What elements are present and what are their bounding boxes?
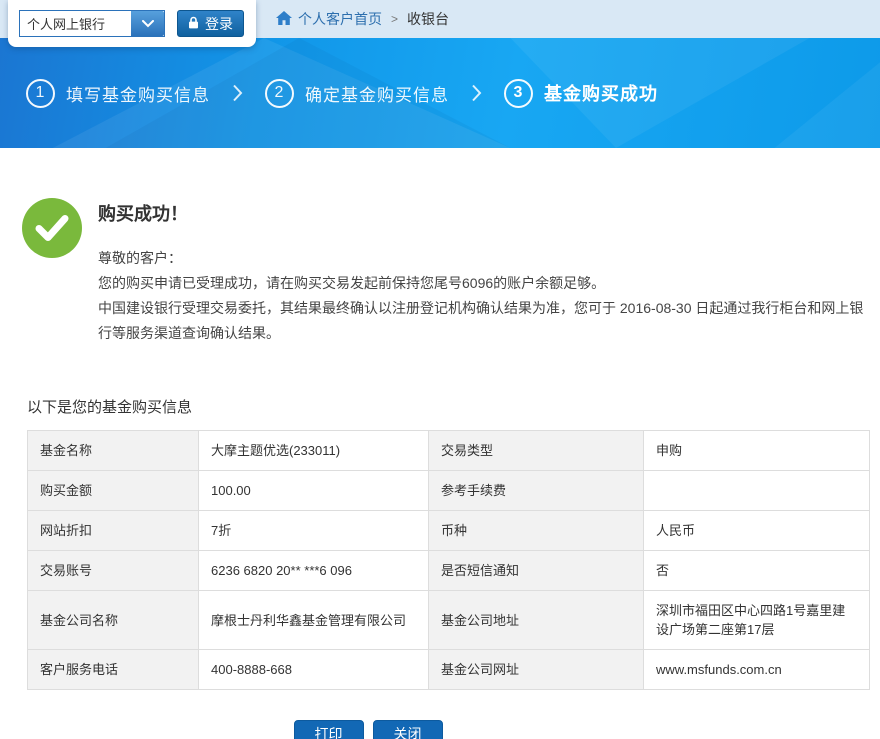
row-label: 交易类型 <box>429 431 644 471</box>
table-row: 网站折扣 7折 币种 人民币 <box>28 511 870 551</box>
row-label: 参考手续费 <box>429 471 644 511</box>
row-value: 否 <box>644 551 870 591</box>
step-separator-icon <box>471 84 482 102</box>
row-label: 币种 <box>429 511 644 551</box>
progress-steps: 1 填写基金购买信息 2 确定基金购买信息 3 基金购买成功 <box>26 38 658 148</box>
step-1-number: 1 <box>26 79 55 108</box>
channel-select-value: 个人网上银行 <box>20 11 131 36</box>
row-value: 6236 6820 20** ***6 096 <box>199 551 429 591</box>
table-row: 基金名称 大摩主题优选(233011) 交易类型 申购 <box>28 431 870 471</box>
fund-details-table: 基金名称 大摩主题优选(233011) 交易类型 申购 购买金额 100.00 … <box>27 430 870 690</box>
step-3-label: 基金购买成功 <box>544 80 658 106</box>
row-value: 人民币 <box>644 511 870 551</box>
home-icon <box>276 11 292 28</box>
row-label: 基金公司名称 <box>28 591 199 650</box>
table-row: 交易账号 6236 6820 20** ***6 096 是否短信通知 否 <box>28 551 870 591</box>
row-value: 7折 <box>199 511 429 551</box>
step-1-fill-info: 1 填写基金购买信息 <box>26 79 210 108</box>
success-check-icon <box>22 198 82 258</box>
login-button[interactable]: 登录 <box>177 10 244 37</box>
row-value <box>644 471 870 511</box>
success-text: 购买成功！ 尊敬的客户： 您的购买申请已受理成功，请在购买交易发起前保持您尾号6… <box>98 198 870 346</box>
lock-icon <box>188 16 199 32</box>
row-label: 购买金额 <box>28 471 199 511</box>
step-3-number: 3 <box>504 79 533 108</box>
breadcrumb-separator: > <box>391 12 398 26</box>
close-button[interactable]: 关闭 <box>373 720 443 739</box>
success-title: 购买成功！ <box>98 200 870 226</box>
row-label: 网站折扣 <box>28 511 199 551</box>
table-row: 购买金额 100.00 参考手续费 <box>28 471 870 511</box>
step-1-label: 填写基金购买信息 <box>66 81 210 106</box>
login-card: 个人网上银行 登录 <box>8 0 256 47</box>
row-label: 是否短信通知 <box>429 551 644 591</box>
table-row: 客户服务电话 400-8888-668 基金公司网址 www.msfunds.c… <box>28 650 870 690</box>
print-button[interactable]: 打印 <box>294 720 364 739</box>
breadcrumb-home-label: 个人客户首页 <box>298 9 382 29</box>
step-separator-icon <box>232 84 243 102</box>
channel-select[interactable]: 个人网上银行 <box>19 10 165 37</box>
row-value: 摩根士丹利华鑫基金管理有限公司 <box>199 591 429 650</box>
success-block: 购买成功！ 尊敬的客户： 您的购买申请已受理成功，请在购买交易发起前保持您尾号6… <box>22 198 880 346</box>
step-2-label: 确定基金购买信息 <box>305 81 449 106</box>
row-label: 基金公司网址 <box>429 650 644 690</box>
result-line-1: 您的购买申请已受理成功，请在购买交易发起前保持您尾号6096的账户余额足够。 <box>98 271 870 296</box>
step-3-success: 3 基金购买成功 <box>504 79 658 108</box>
step-banner: 1 填写基金购买信息 2 确定基金购买信息 3 基金购买成功 <box>0 38 880 148</box>
breadcrumb: 个人客户首页 > 收银台 <box>276 0 449 38</box>
breadcrumb-home-link[interactable]: 个人客户首页 <box>276 9 382 29</box>
row-label: 客户服务电话 <box>28 650 199 690</box>
table-row: 基金公司名称 摩根士丹利华鑫基金管理有限公司 基金公司地址 深圳市福田区中心四路… <box>28 591 870 650</box>
details-section-title: 以下是您的基金购买信息 <box>27 396 880 417</box>
row-value: 400-8888-668 <box>199 650 429 690</box>
chevron-down-icon[interactable] <box>131 11 164 36</box>
row-label: 基金名称 <box>28 431 199 471</box>
row-value: 大摩主题优选(233011) <box>199 431 429 471</box>
row-value: 100.00 <box>199 471 429 511</box>
row-value: www.msfunds.com.cn <box>644 650 870 690</box>
step-2-number: 2 <box>265 79 294 108</box>
footer-actions: 打印 关闭 <box>0 720 736 739</box>
breadcrumb-current: 收银台 <box>407 9 449 29</box>
login-button-label: 登录 <box>205 14 233 34</box>
row-label: 交易账号 <box>28 551 199 591</box>
row-label: 基金公司地址 <box>429 591 644 650</box>
row-value: 申购 <box>644 431 870 471</box>
row-value: 深圳市福田区中心四路1号嘉里建设广场第二座第17层 <box>644 591 870 650</box>
result-line-2: 中国建设银行受理交易委托，其结果最终确认以注册登记机构确认结果为准，您可于 20… <box>98 296 870 346</box>
step-2-confirm-info: 2 确定基金购买信息 <box>265 79 449 108</box>
salutation: 尊敬的客户： <box>98 246 870 271</box>
